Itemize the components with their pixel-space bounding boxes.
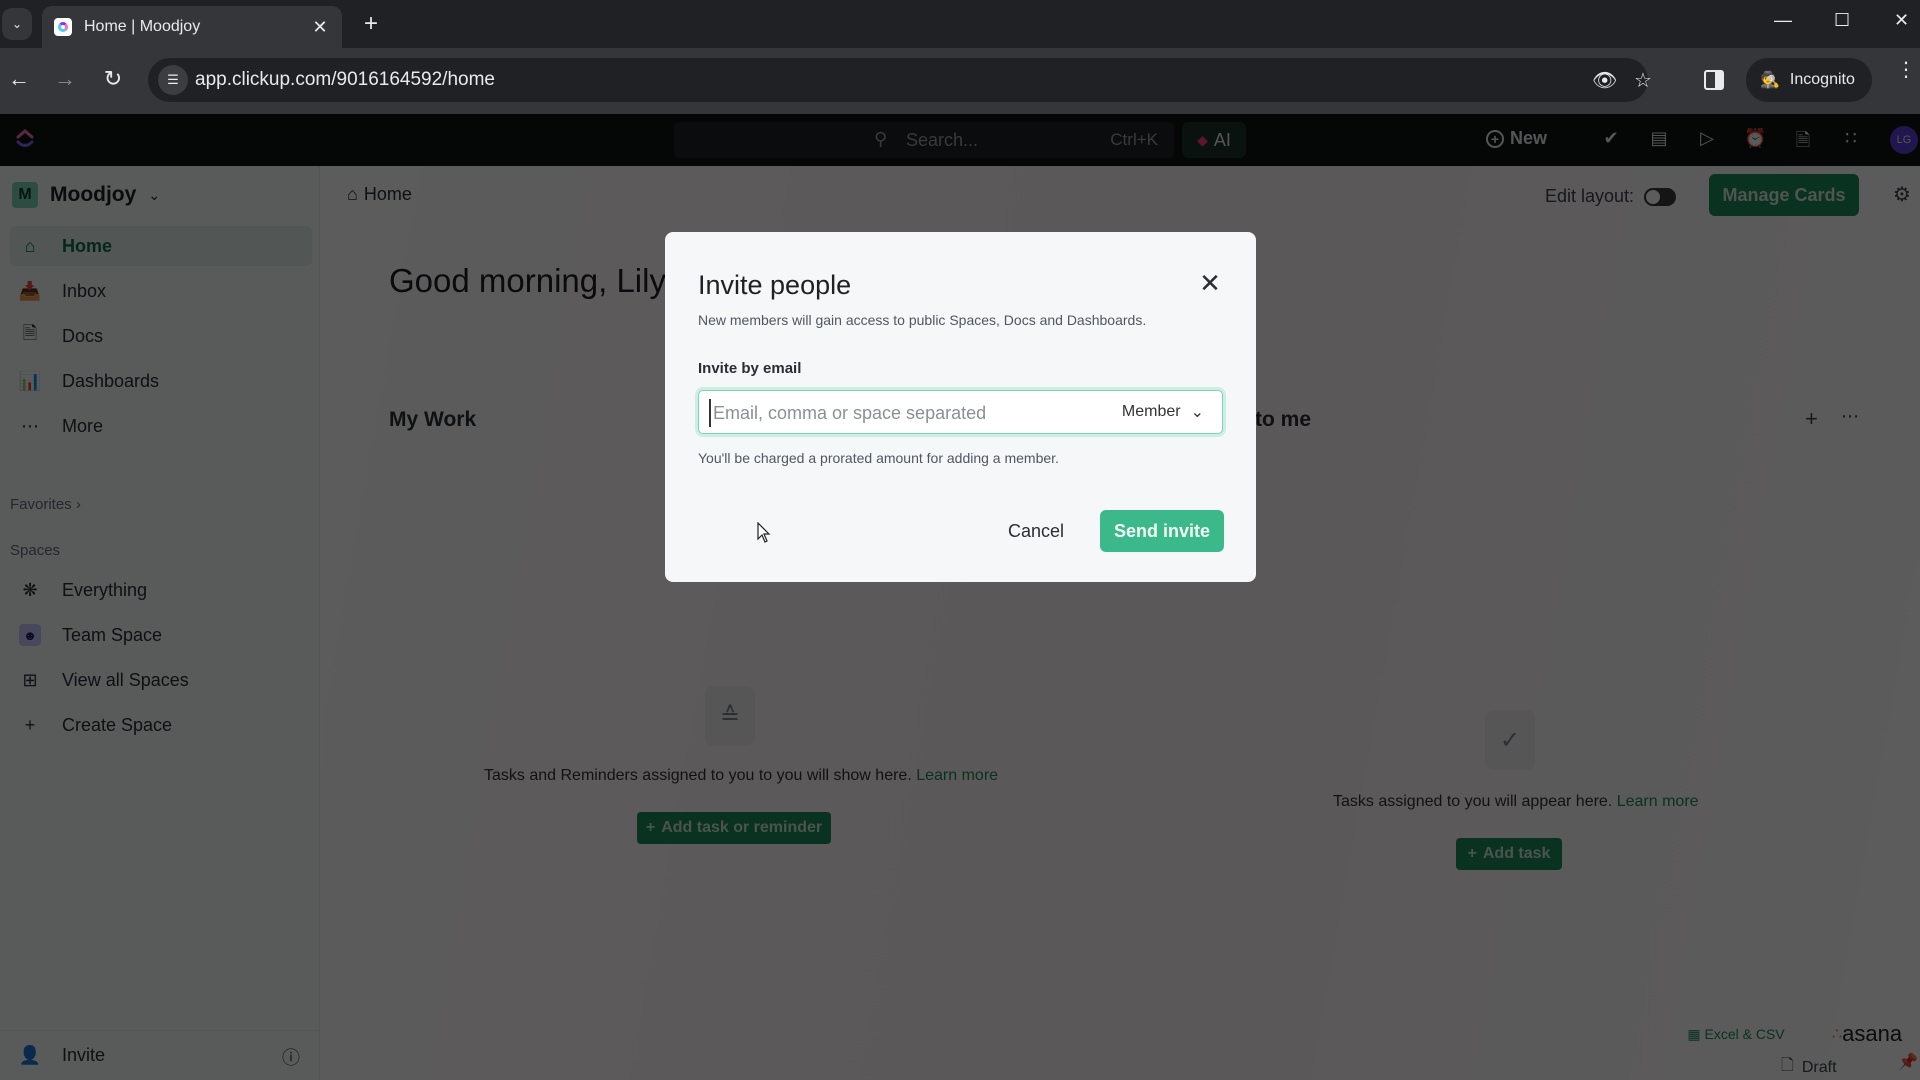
incognito-icon: 🕵 (1760, 72, 1780, 89)
cancel-button[interactable]: Cancel (1001, 511, 1071, 551)
send-invite-button[interactable]: Send invite (1100, 510, 1224, 552)
role-select[interactable]: Member ⌄ (1122, 402, 1204, 422)
mouse-cursor-icon (757, 522, 771, 543)
side-panel-icon[interactable] (1704, 70, 1724, 90)
star-icon[interactable]: ☆ (1634, 68, 1652, 93)
browser-toolbar: ← → ↻ ☰ app.clickup.com/9016164592/home … (0, 48, 1920, 114)
back-icon[interactable]: ← (4, 66, 34, 92)
tab-close-icon[interactable]: ✕ (310, 17, 330, 38)
close-window-icon[interactable]: ✕ (1894, 10, 1909, 31)
role-selected-value: Member (1121, 403, 1181, 420)
address-bar[interactable]: ☰ app.clickup.com/9016164592/home 👁 ☆ (148, 58, 1652, 102)
eye-off-icon[interactable]: 👁 (1592, 68, 1617, 93)
new-tab-button[interactable]: + (364, 12, 378, 36)
clickup-favicon-icon (54, 18, 72, 36)
site-info-icon[interactable]: ☰ (158, 65, 188, 95)
modal-title: Invite people (698, 270, 852, 300)
chevron-down-icon: ⌄ (1190, 404, 1204, 421)
incognito-badge[interactable]: 🕵 Incognito (1746, 58, 1872, 102)
browser-tab-strip: ⌄ Home | Moodjoy ✕ + — ☐ ✕ (0, 0, 1920, 48)
url-text[interactable]: app.clickup.com/9016164592/home (195, 69, 495, 91)
forward-icon[interactable]: → (50, 66, 80, 92)
chevron-down-icon: ⌄ (11, 17, 23, 31)
tab-search-button[interactable]: ⌄ (2, 8, 32, 40)
reload-icon[interactable]: ↻ (98, 66, 128, 92)
email-input[interactable] (709, 399, 1099, 427)
modal-subtitle: New members will gain access to public S… (698, 312, 1147, 328)
tab-title: Home | Moodjoy (84, 18, 201, 35)
browser-tab[interactable]: Home | Moodjoy ✕ (42, 6, 342, 48)
email-field: Member ⌄ (698, 390, 1223, 434)
invite-people-modal: Invite people ✕ New members will gain ac… (665, 232, 1256, 582)
charge-note: You'll be charged a prorated amount for … (698, 450, 1059, 466)
incognito-label: Incognito (1789, 71, 1855, 88)
kebab-menu-icon[interactable]: ⋮ (1896, 60, 1916, 80)
minimize-icon[interactable]: — (1774, 10, 1792, 31)
maximize-icon[interactable]: ☐ (1834, 10, 1850, 31)
close-icon[interactable]: ✕ (1198, 270, 1222, 296)
invite-email-label: Invite by email (698, 360, 802, 377)
